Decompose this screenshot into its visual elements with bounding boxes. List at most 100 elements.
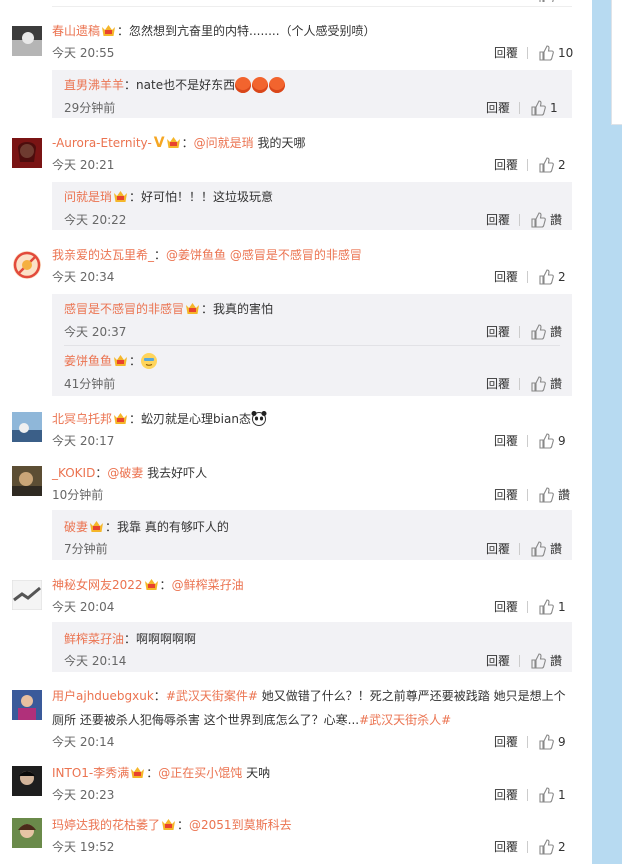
replier-name[interactable]: 感冒是不感冒的非感冒 bbox=[64, 302, 184, 316]
like-icon[interactable] bbox=[538, 433, 554, 449]
avatar[interactable] bbox=[12, 690, 42, 720]
mention-link[interactable]: @问就是琑 bbox=[194, 136, 254, 150]
mention-link[interactable]: @姜饼鱼鱼 bbox=[166, 248, 226, 262]
like-icon[interactable] bbox=[530, 212, 546, 228]
like-count[interactable]: 讚 bbox=[550, 376, 562, 392]
commenter-name[interactable]: 北冥乌托邦 bbox=[52, 412, 112, 426]
separator: ： bbox=[201, 302, 214, 316]
reply-button[interactable]: 回覆 bbox=[486, 324, 510, 340]
action-divider bbox=[519, 378, 520, 390]
like-count[interactable]: 1 bbox=[558, 599, 566, 615]
reply-button[interactable]: 回覆 bbox=[494, 269, 518, 285]
commenter-name[interactable]: 我亲爱的达瓦里希_ bbox=[52, 248, 154, 262]
like-count[interactable]: 讚 bbox=[550, 653, 562, 669]
like-icon[interactable] bbox=[538, 734, 554, 750]
replier-name[interactable]: 鲜榨菜孖油 bbox=[64, 632, 124, 646]
hashtag-link[interactable]: #武汉天街杀人# bbox=[359, 713, 451, 727]
reply-button[interactable]: 回覆 bbox=[486, 541, 510, 557]
avatar[interactable] bbox=[12, 250, 42, 280]
avatar[interactable] bbox=[12, 412, 42, 442]
reply-text: 好可怕！！！这垃圾玩意 bbox=[141, 190, 274, 204]
commenter-name[interactable]: _KOKID bbox=[52, 466, 95, 480]
vip-badge-icon bbox=[161, 818, 176, 831]
hashtag-link[interactable]: #武汉天街案件# bbox=[166, 689, 258, 703]
like-icon[interactable] bbox=[538, 157, 554, 173]
mention-link[interactable]: @感冒是不感冒的非感冒 bbox=[230, 248, 362, 262]
comment-time: 10分钟前 bbox=[52, 488, 104, 502]
right-sidebar-background bbox=[592, 0, 622, 864]
action-divider bbox=[527, 435, 528, 447]
like-icon[interactable] bbox=[530, 100, 546, 116]
like-count[interactable]: 2 bbox=[558, 157, 566, 173]
reply-button[interactable]: 回覆 bbox=[494, 734, 518, 750]
like-count[interactable]: 2 bbox=[558, 839, 566, 855]
like-count[interactable]: 讚 bbox=[550, 541, 562, 557]
avatar[interactable] bbox=[12, 466, 42, 496]
like-count[interactable]: 讚 bbox=[550, 324, 562, 340]
commenter-name[interactable]: -Aurora-Eternity- bbox=[52, 136, 152, 150]
reply-button[interactable]: 回覆 bbox=[494, 599, 518, 615]
like-icon[interactable] bbox=[530, 541, 546, 557]
replier-name[interactable]: 直男沸羊羊 bbox=[64, 78, 124, 92]
separator: ： bbox=[129, 354, 142, 368]
separator: ： bbox=[129, 412, 142, 426]
comment-text: 忽然想到亢奋里的内特........（个人感受别喷） bbox=[129, 24, 376, 38]
mention-link[interactable]: @正在买小馄饨 bbox=[158, 766, 242, 780]
reply-button[interactable]: 回覆 bbox=[494, 157, 518, 173]
like-count[interactable]: 9 bbox=[558, 734, 566, 750]
avatar[interactable] bbox=[12, 580, 42, 610]
vip-badge-icon bbox=[185, 302, 200, 315]
avatar[interactable] bbox=[12, 26, 42, 56]
reply-button[interactable]: 回覆 bbox=[494, 45, 518, 61]
action-divider bbox=[527, 789, 528, 801]
like-count[interactable]: 10 bbox=[558, 45, 573, 61]
like-count[interactable]: 2 bbox=[558, 269, 566, 285]
mention-link[interactable]: @破妻 bbox=[107, 466, 143, 480]
reply-button[interactable]: 回覆 bbox=[486, 100, 510, 116]
reply-button[interactable]: 回覆 bbox=[486, 212, 510, 228]
like-count[interactable]: 9 bbox=[558, 433, 566, 449]
separator: ： bbox=[154, 248, 167, 262]
action-divider bbox=[527, 489, 528, 501]
top-like-icon-partial[interactable] bbox=[538, 0, 554, 2]
reply-button[interactable]: 回覆 bbox=[494, 839, 518, 855]
replier-name[interactable]: 破妻 bbox=[64, 520, 88, 534]
mention-link[interactable]: @2051到莫斯科去 bbox=[189, 818, 292, 832]
reply-button[interactable]: 回覆 bbox=[494, 433, 518, 449]
like-icon[interactable] bbox=[530, 653, 546, 669]
reply-button[interactable]: 回覆 bbox=[494, 487, 518, 503]
angry-emoji-icon bbox=[252, 77, 269, 93]
like-icon[interactable] bbox=[538, 45, 554, 61]
reply-button[interactable]: 回覆 bbox=[486, 376, 510, 392]
replier-name[interactable]: 问就是琑 bbox=[64, 190, 112, 204]
like-icon[interactable] bbox=[538, 839, 554, 855]
like-count[interactable]: 1 bbox=[558, 787, 566, 803]
mention-link[interactable]: @鲜榨菜孖油 bbox=[172, 578, 244, 592]
like-icon[interactable] bbox=[538, 487, 554, 503]
commenter-name[interactable]: 用户ajhduebgxuk bbox=[52, 689, 154, 703]
commenter-name[interactable]: INTO1-李秀满 bbox=[52, 766, 129, 780]
like-icon[interactable] bbox=[538, 269, 554, 285]
like-count[interactable]: 1 bbox=[550, 100, 558, 116]
avatar[interactable] bbox=[12, 818, 42, 848]
like-count[interactable]: 讚 bbox=[550, 212, 562, 228]
action-divider bbox=[527, 841, 528, 853]
angry-emoji-icon bbox=[235, 77, 252, 93]
reply-button[interactable]: 回覆 bbox=[494, 787, 518, 803]
avatar[interactable] bbox=[12, 766, 42, 796]
commenter-name[interactable]: 神秘女网友2022 bbox=[52, 578, 143, 592]
reply-divider bbox=[64, 345, 560, 346]
vip-badge-icon bbox=[101, 24, 116, 37]
avatar[interactable] bbox=[12, 138, 42, 168]
like-icon[interactable] bbox=[530, 324, 546, 340]
comment-text: 我去好吓人 bbox=[143, 466, 208, 480]
like-icon[interactable] bbox=[538, 599, 554, 615]
like-icon[interactable] bbox=[538, 787, 554, 803]
commenter-name[interactable]: 春山遗稿 bbox=[52, 24, 100, 38]
commenter-name[interactable]: 玛婷达我的花枯萎了 bbox=[52, 818, 160, 832]
like-icon[interactable] bbox=[530, 376, 546, 392]
reply-button[interactable]: 回覆 bbox=[486, 653, 510, 669]
replier-name[interactable]: 姜饼鱼鱼 bbox=[64, 354, 112, 368]
like-count[interactable]: 讚 bbox=[558, 487, 570, 503]
action-divider bbox=[527, 159, 528, 171]
